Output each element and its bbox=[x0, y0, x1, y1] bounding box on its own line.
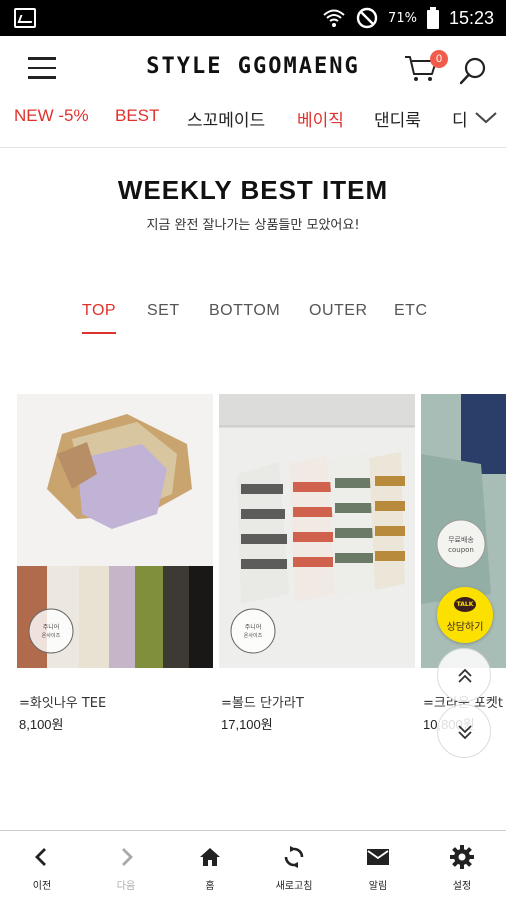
nav-refresh-label: 새로고침 bbox=[275, 881, 313, 892]
product-image[interactable]: 주니어 온사이즈 bbox=[219, 394, 415, 668]
status-bar: 71% 15:23 bbox=[0, 0, 506, 36]
nav-forward[interactable]: 다음 bbox=[84, 831, 168, 900]
svg-text:온사이즈: 온사이즈 bbox=[244, 632, 263, 639]
tab-outer[interactable]: OUTER bbox=[309, 302, 368, 320]
nav-forward-label: 다음 bbox=[116, 881, 136, 892]
product-image[interactable]: 주니어 온사이즈 bbox=[17, 394, 213, 668]
home-icon bbox=[200, 848, 220, 866]
nav-notifications-label: 알림 bbox=[368, 881, 388, 892]
clock: 15:23 bbox=[448, 7, 494, 28]
nav-back-label: 이전 bbox=[32, 881, 52, 892]
active-tab-indicator bbox=[82, 332, 116, 334]
double-chevron-down-icon bbox=[458, 725, 472, 740]
status-icons: 71% 15:23 bbox=[322, 6, 494, 30]
nav-home-label: 홈 bbox=[205, 881, 215, 892]
do-not-disturb-icon bbox=[356, 7, 378, 29]
tab-top[interactable]: TOP bbox=[82, 302, 116, 320]
forward-icon bbox=[122, 848, 133, 866]
talk-label: 상담하기 bbox=[446, 622, 484, 633]
battery-percent: 71% bbox=[388, 10, 417, 26]
tab-bottom[interactable]: BOTTOM bbox=[209, 302, 280, 320]
refresh-icon bbox=[284, 846, 304, 868]
nav-back[interactable]: 이전 bbox=[0, 831, 84, 900]
nav-notifications[interactable]: 알림 bbox=[336, 831, 420, 900]
tab-set[interactable]: SET bbox=[147, 302, 180, 320]
scroll-bottom-button[interactable] bbox=[437, 704, 491, 758]
product-price: 17,100원 bbox=[221, 717, 273, 732]
wifi-icon bbox=[323, 9, 345, 27]
product-photo-tees: 주니어 온사이즈 bbox=[17, 394, 213, 668]
nav-home[interactable]: 홈 bbox=[168, 831, 252, 900]
product-price: 8,100원 bbox=[19, 717, 64, 732]
category-basic[interactable]: 베이직 bbox=[297, 106, 344, 131]
nav-settings-label: 설정 bbox=[452, 881, 472, 892]
gear-icon bbox=[450, 845, 474, 869]
bottom-nav: 이전 다음 홈 새로고침 알림 설정 bbox=[0, 830, 506, 900]
nav-settings[interactable]: 설정 bbox=[420, 831, 504, 900]
gallery-notification-icon bbox=[14, 8, 36, 28]
svg-text:주니어: 주니어 bbox=[245, 623, 262, 631]
svg-text:무료배송: 무료배송 bbox=[448, 535, 474, 544]
category-more[interactable]: 디 bbox=[452, 106, 468, 131]
kakao-talk-button[interactable]: TALK 상담하기 bbox=[437, 587, 493, 643]
nav-refresh[interactable]: 새로고침 bbox=[252, 831, 336, 900]
talk-bubble-icon: TALK bbox=[454, 597, 476, 612]
category-sggomade[interactable]: 스꼬메이드 bbox=[187, 106, 265, 131]
svg-text:coupon: coupon bbox=[448, 546, 474, 554]
double-chevron-up-icon bbox=[458, 668, 472, 683]
product-name[interactable]: =화잇나우 TEE bbox=[19, 692, 106, 711]
chevron-down-icon[interactable] bbox=[474, 108, 498, 126]
category-dandy[interactable]: 댄디룩 bbox=[374, 106, 421, 131]
search-icon[interactable] bbox=[458, 56, 488, 86]
section-subtitle: 지금 완전 잘나가는 상품들만 모았어요! bbox=[146, 218, 360, 233]
scroll-top-button[interactable] bbox=[437, 648, 491, 702]
cart-count-badge: 0 bbox=[430, 50, 448, 68]
app-header: STYLE GGOMAENG 0 bbox=[0, 36, 506, 100]
category-new[interactable]: NEW -5% bbox=[14, 106, 89, 126]
tab-etc[interactable]: ETC bbox=[394, 302, 428, 320]
section-title: WEEKLY BEST ITEM bbox=[117, 175, 389, 205]
battery-icon bbox=[426, 7, 439, 29]
category-nav: NEW -5% BEST 스꼬메이드 베이직 댄디룩 디 bbox=[0, 100, 506, 148]
mail-icon bbox=[367, 849, 389, 865]
product-name[interactable]: =볼드 단가라T bbox=[221, 692, 304, 711]
svg-text:온사이즈: 온사이즈 bbox=[42, 632, 61, 639]
category-best[interactable]: BEST bbox=[115, 106, 159, 126]
back-icon bbox=[35, 848, 46, 866]
svg-text:주니어: 주니어 bbox=[43, 623, 60, 631]
product-photo-striped-tees: 주니어 온사이즈 bbox=[219, 394, 415, 668]
